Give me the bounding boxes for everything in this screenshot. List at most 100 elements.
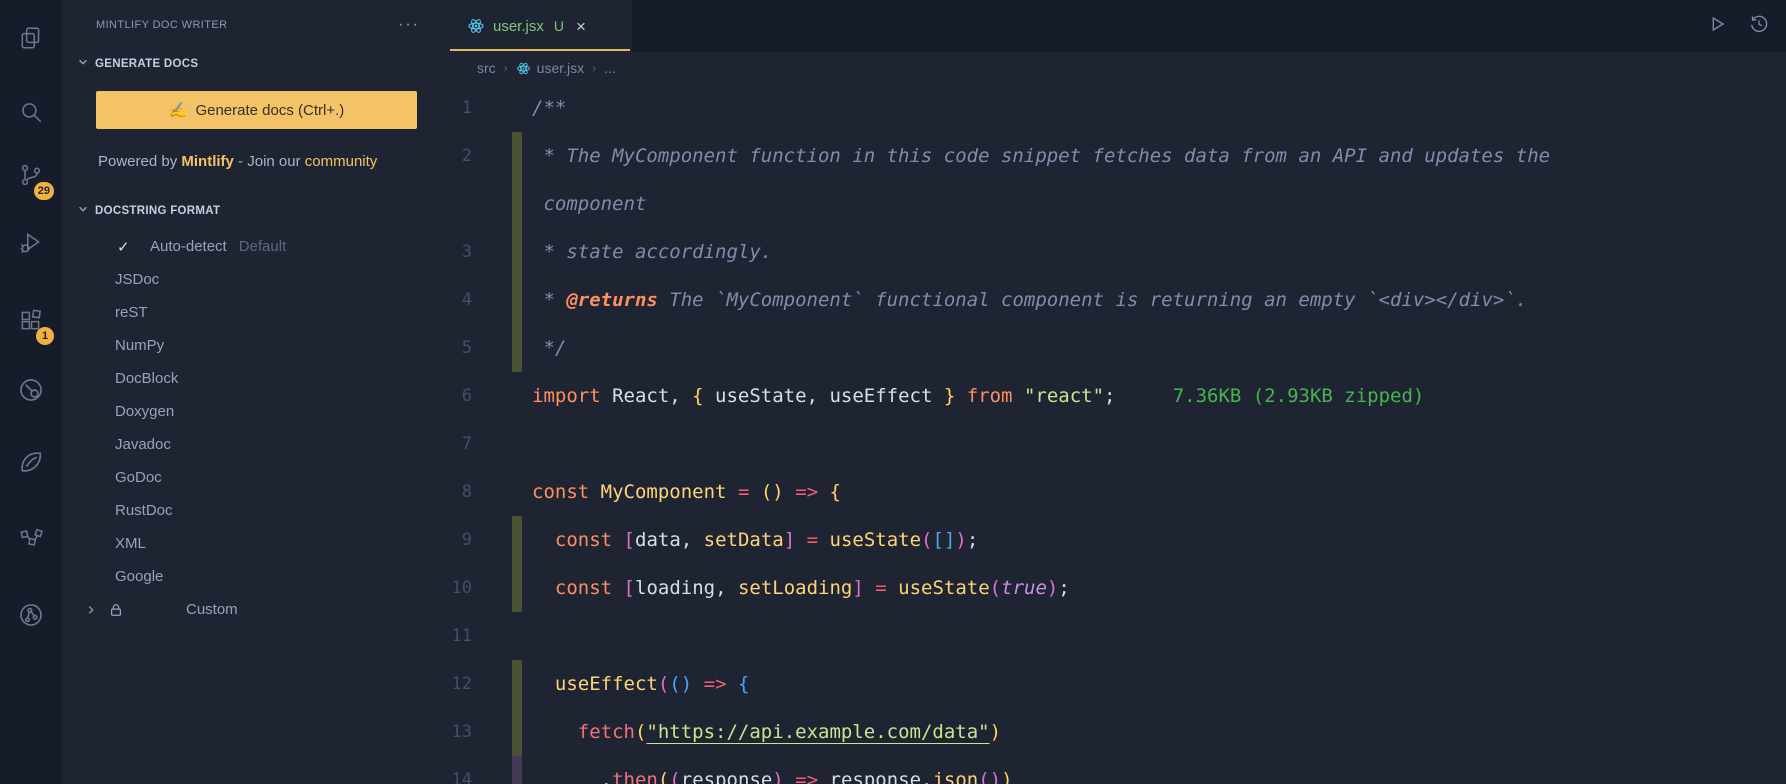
code-line[interactable]: 8 const MyComponent = () => {: [440, 468, 1786, 516]
generate-docs-section-header[interactable]: GENERATE DOCS: [62, 56, 440, 71]
active-tab-underline: [450, 49, 630, 51]
code-line[interactable]: component: [440, 180, 1786, 228]
code-line[interactable]: 7: [440, 420, 1786, 468]
git-gutter: [512, 420, 522, 468]
chevron-right-icon: [85, 604, 97, 616]
code-line[interactable]: 12 useEffect(() => {: [440, 660, 1786, 708]
breadcrumb-file[interactable]: user.jsx: [516, 60, 584, 76]
code-text: /**: [532, 97, 567, 119]
line-number: 13: [451, 722, 472, 742]
check-icon: ✓: [117, 238, 130, 256]
code-line[interactable]: 3 * state accordingly.: [440, 228, 1786, 276]
close-tab-icon[interactable]: ×: [576, 18, 586, 35]
git-gutter-indicator: [512, 276, 522, 324]
line-number: 3: [461, 242, 472, 262]
breadcrumb-folder[interactable]: src: [477, 60, 496, 76]
lock-icon: [109, 603, 123, 617]
code-line[interactable]: 13 fetch("https://api.example.com/data"): [440, 708, 1786, 756]
activity-bar: 29 1: [0, 0, 62, 784]
extensions-badge: 1: [36, 327, 54, 345]
format-item-numpy[interactable]: NumPy: [62, 329, 440, 362]
circle-tool-extension-icon[interactable]: [9, 368, 53, 412]
tab-user-jsx[interactable]: user.jsx U ×: [440, 0, 632, 52]
chevron-down-icon: [77, 56, 89, 71]
code-text: useEffect(() => {: [554, 673, 750, 695]
line-number: 2: [461, 146, 472, 166]
git-gutter-indicator: [512, 564, 522, 612]
extensions-icon[interactable]: 1: [9, 298, 54, 345]
format-item-docblock[interactable]: DocBlock: [62, 362, 440, 395]
code-text: fetch("https://api.example.com/data"): [577, 721, 1002, 743]
more-actions-icon[interactable]: ···: [398, 16, 424, 34]
git-gutter: [512, 372, 522, 420]
code-text: */: [532, 337, 567, 359]
editor-group: user.jsx U × src › user.jsx › ... 1 /** …: [440, 0, 1786, 784]
run-debug-icon[interactable]: [9, 221, 53, 265]
source-control-icon[interactable]: 29: [9, 153, 54, 200]
code-text: component: [532, 193, 647, 215]
format-item-rustdoc[interactable]: RustDoc: [62, 494, 440, 527]
code-text: const [loading, setLoading] = useState(t…: [554, 577, 1070, 599]
format-item-javadoc[interactable]: Javadoc: [62, 428, 440, 461]
code-line[interactable]: 10 const [loading, setLoading] = useStat…: [440, 564, 1786, 612]
code-line[interactable]: 14 .then((response) => response.json()): [440, 756, 1786, 784]
run-file-icon[interactable]: [1706, 13, 1728, 40]
git-gutter-indicator: [512, 180, 522, 228]
tab-bar: user.jsx U ×: [440, 0, 1786, 52]
breadcrumb-symbol-more[interactable]: ...: [604, 60, 616, 76]
git-gutter: [512, 84, 522, 132]
breadcrumb-separator: ›: [503, 61, 508, 75]
explorer-icon[interactable]: [9, 16, 53, 60]
line-number: 12: [451, 674, 472, 694]
writing-hand-icon: ✍️: [168, 102, 188, 119]
git-gutter: [512, 612, 522, 660]
code-line[interactable]: 2 * The MyComponent function in this cod…: [440, 132, 1786, 180]
format-item-label: Javadoc: [115, 436, 171, 453]
powered-by-prefix: Powered by: [98, 153, 182, 170]
timeline-history-icon[interactable]: [1748, 13, 1770, 40]
line-number: 6: [461, 386, 472, 406]
generate-docs-button[interactable]: ✍️ Generate docs (Ctrl+.): [96, 91, 417, 129]
format-item-xml[interactable]: XML: [62, 527, 440, 560]
community-link[interactable]: community: [305, 153, 378, 170]
search-icon[interactable]: [9, 90, 53, 134]
generate-docs-button-label: Generate docs (Ctrl+.): [195, 101, 345, 119]
format-item-custom[interactable]: Custom: [62, 593, 440, 626]
generate-docs-section-label: GENERATE DOCS: [95, 57, 199, 70]
format-item-jsdoc[interactable]: JSDoc: [62, 263, 440, 296]
line-number: 1: [461, 98, 472, 118]
git-untracked-badge: U: [553, 18, 564, 34]
pipeline-extension-icon[interactable]: [9, 516, 53, 560]
git-gutter: [512, 468, 522, 516]
code-line[interactable]: 4 * @returns The `MyComponent` functiona…: [440, 276, 1786, 324]
mintlify-sidebar: MINTLIFY DOC WRITER ··· GENERATE DOCS ✍️…: [62, 0, 440, 784]
format-item-label: DocBlock: [115, 370, 179, 387]
format-item-rest[interactable]: reST: [62, 296, 440, 329]
git-gutter-indicator: [512, 660, 522, 708]
code-line[interactable]: 5 */: [440, 324, 1786, 372]
code-line[interactable]: 6 import React, { useState, useEffect } f…: [440, 372, 1786, 420]
mintlify-link[interactable]: Mintlify: [181, 153, 234, 170]
sidebar-title: MINTLIFY DOC WRITER: [96, 19, 228, 31]
docstring-format-section-header[interactable]: DOCSTRING FORMAT: [62, 203, 440, 218]
leaf-extension-icon[interactable]: [9, 440, 53, 484]
code-line[interactable]: 11: [440, 612, 1786, 660]
format-item-google[interactable]: Google: [62, 560, 440, 593]
code-line[interactable]: 1 /**: [440, 84, 1786, 132]
git-gutter-indicator: [512, 756, 522, 784]
format-item-auto-detect[interactable]: ✓ Auto-detect Default: [62, 230, 440, 263]
format-item-label: XML: [115, 535, 146, 552]
code-line[interactable]: 9 const [data, setData] = useState([]);: [440, 516, 1786, 564]
code-text: * The MyComponent function in this code …: [532, 145, 1551, 167]
line-number: 14: [451, 770, 472, 784]
format-item-label: reST: [115, 304, 148, 321]
line-number: 7: [461, 434, 472, 454]
code-editor[interactable]: 1 /** 2 * The MyComponent function in this…: [440, 84, 1786, 784]
commit-graph-extension-icon[interactable]: [9, 593, 53, 637]
format-item-label: NumPy: [115, 337, 165, 354]
line-number: 11: [451, 626, 472, 646]
format-item-godoc[interactable]: GoDoc: [62, 461, 440, 494]
format-item-doxygen[interactable]: Doxygen: [62, 395, 440, 428]
git-gutter-indicator: [512, 324, 522, 372]
chevron-down-icon: [77, 203, 89, 218]
